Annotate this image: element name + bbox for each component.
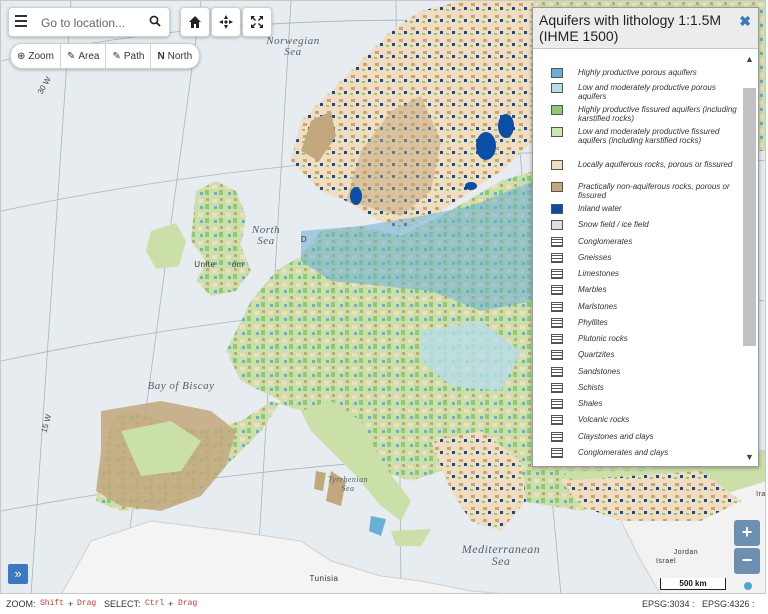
epsg3034-readout: EPSG:3034 : <box>642 599 695 609</box>
legend-item-label: Gneisses <box>578 253 612 262</box>
legend-pattern-swatch <box>551 269 563 279</box>
legend-list[interactable]: Highly productive porous aquifers Low and… <box>533 52 741 462</box>
legend-pattern-swatch <box>551 253 563 263</box>
tool-area[interactable]: ✎ Area <box>61 44 107 68</box>
info-icon[interactable] <box>744 582 752 590</box>
status-select-label: SELECT: <box>104 599 141 609</box>
legend-pattern-swatch <box>551 334 563 344</box>
scale-bar: 500 km <box>660 578 726 590</box>
search-box <box>8 7 170 37</box>
zoom-icon: ⊕ <box>17 50 26 62</box>
legend-title: Aquifers with lithology 1:1.5M (IHME 150… <box>539 12 722 44</box>
label-norwegian-sea: Norwegian Sea <box>266 35 320 58</box>
legend-pattern-swatch <box>551 383 563 393</box>
legend-color-swatch <box>551 68 563 78</box>
legend-item-label: Quartzites <box>578 350 615 359</box>
fullscreen-button[interactable] <box>242 7 272 37</box>
legend-item-label: Inland water <box>578 204 622 213</box>
legend-pattern-swatch <box>551 302 563 312</box>
legend-item-label: Phyllites <box>578 318 608 327</box>
map-tools: ⊕ Zoom ✎ Area ✎ Path N North <box>10 43 200 69</box>
legend-item-label: Limestones <box>578 269 619 278</box>
legend-item-label: Volcanic rocks <box>578 415 630 424</box>
label-d: D <box>300 235 308 244</box>
label-tunisia: Tunisia <box>309 574 339 583</box>
legend-color-swatch <box>551 182 563 192</box>
locate-button[interactable] <box>211 7 241 37</box>
legend-item-label: Locally aquiferous rocks, porous or fiss… <box>578 160 733 169</box>
search-input[interactable] <box>39 13 148 33</box>
label-north-sea: North Sea <box>251 224 281 247</box>
legend-pattern-swatch <box>551 237 563 247</box>
scroll-thumb[interactable] <box>743 88 756 346</box>
legend-item-label: Practically non-aquiferous rocks, porous… <box>578 182 730 200</box>
zoom-key-shift: Shift <box>40 599 65 608</box>
legend-pattern-swatch <box>551 318 563 328</box>
legend-item-label: Sandstones <box>578 367 621 376</box>
legend-color-swatch <box>551 160 563 170</box>
tool-path[interactable]: ✎ Path <box>106 44 152 68</box>
expand-button[interactable]: » <box>8 564 28 584</box>
legend-item-label: Low and moderately productive fissured a… <box>578 127 720 145</box>
legend-pattern-swatch <box>551 415 563 425</box>
status-zoom-label: ZOOM: <box>6 599 36 609</box>
zoom-in-button[interactable]: + <box>734 520 760 546</box>
label-iraq: Ira <box>756 491 766 498</box>
legend-item-label: Marlstones <box>578 302 618 311</box>
pencil-icon: ✎ <box>112 50 121 62</box>
north-icon: N <box>157 50 165 62</box>
home-icon <box>189 16 201 28</box>
zoom-out-button[interactable]: − <box>734 548 760 574</box>
crosshair-icon <box>219 15 233 29</box>
legend-pattern-swatch <box>551 448 563 458</box>
select-key-plus: + <box>168 599 174 609</box>
pencil-icon: ✎ <box>66 50 76 62</box>
legend-color-swatch <box>551 83 563 93</box>
select-key-ctrl: Ctrl <box>145 599 165 608</box>
legend-scrollbar[interactable]: ▲ ▼ <box>743 52 756 464</box>
legend-panel: Aquifers with lithology 1:1.5M (IHME 150… <box>532 7 759 467</box>
label-bay-of-biscay: Bay of Biscay <box>147 380 215 392</box>
close-icon[interactable]: ✖ <box>739 13 751 30</box>
legend-item-label: Highly productive fissured aquifers (inc… <box>578 105 737 123</box>
legend-pattern-swatch <box>551 367 563 377</box>
tool-zoom[interactable]: ⊕ Zoom <box>11 44 61 68</box>
fullscreen-icon <box>251 16 263 28</box>
label-mediterranean-sea: Mediterranean Sea <box>461 542 541 568</box>
legend-item-label: Snow field / ice field <box>578 220 649 229</box>
legend-color-swatch <box>551 105 563 115</box>
zoom-key-drag: Drag <box>77 599 97 608</box>
search-icon[interactable] <box>149 15 161 27</box>
scroll-up-icon[interactable]: ▲ <box>745 54 754 64</box>
legend-item-label: Plutonic rocks <box>578 334 628 343</box>
label-united-kingdom: Unite om <box>194 260 244 269</box>
tool-north[interactable]: N North <box>151 44 198 68</box>
status-bar: ZOOM: Shift + Drag SELECT: Ctrl + Drag E… <box>0 594 768 614</box>
legend-item-label: Marbles <box>578 285 607 294</box>
legend-pattern-swatch <box>551 399 563 409</box>
legend-item-label: Highly productive porous aquifers <box>578 68 697 77</box>
legend-header: Aquifers with lithology 1:1.5M (IHME 150… <box>533 8 758 49</box>
menu-icon[interactable] <box>15 15 27 29</box>
legend-item-label: Low and moderately productive porous aqu… <box>578 83 716 101</box>
zoom-key-plus: + <box>68 599 74 609</box>
legend-pattern-swatch <box>551 285 563 295</box>
label-jordan: Jordan <box>673 549 699 556</box>
select-key-drag: Drag <box>178 599 198 608</box>
legend-pattern-swatch <box>551 432 563 442</box>
legend-item-label: Shales <box>578 399 603 408</box>
legend-color-swatch <box>551 220 563 230</box>
legend-item-label: Claystones and clays <box>578 432 654 441</box>
label-tyrrhenian-sea: Tyrrhenian Sea <box>327 475 369 493</box>
legend-color-swatch <box>551 127 563 137</box>
legend-item-label: Conglomerates and clays <box>578 448 669 457</box>
legend-pattern-swatch <box>551 350 563 360</box>
legend-color-swatch <box>551 204 563 214</box>
legend-item-label: Schists <box>578 383 604 392</box>
epsg4326-readout: EPSG:4326 : <box>702 599 755 609</box>
legend-item-label: Conglomerates <box>578 237 633 246</box>
scroll-down-icon[interactable]: ▼ <box>745 452 754 462</box>
home-button[interactable] <box>180 7 210 37</box>
